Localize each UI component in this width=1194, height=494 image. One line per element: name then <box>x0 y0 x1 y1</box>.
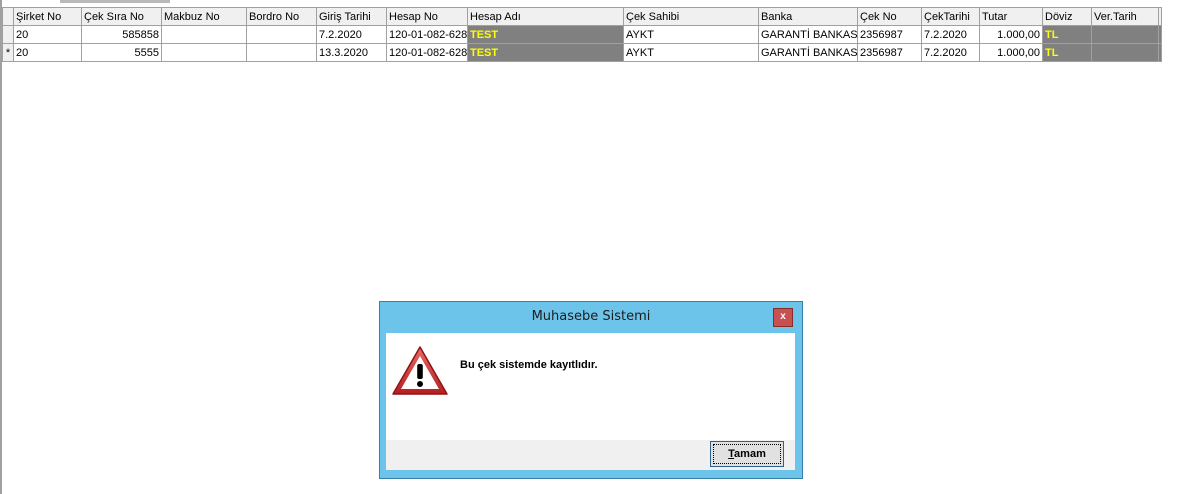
cell-cek-sahibi[interactable]: AYKT <box>623 43 759 62</box>
col-header-cek-sira-no[interactable]: Çek Sıra No <box>81 7 162 26</box>
left-border <box>0 0 2 494</box>
dialog-message: Bu çek sistemde kayıtlıdır. <box>460 359 598 371</box>
cell-doviz[interactable]: TL <box>1042 43 1092 62</box>
col-header-hesap-no[interactable]: Hesap No <box>386 7 468 26</box>
cell-cek-sira-no[interactable]: 585858 <box>81 25 162 44</box>
close-button[interactable]: x <box>773 308 793 327</box>
table-row[interactable]: * 20 5555 13.3.2020 120-01-082-628 TEST … <box>2 43 1162 62</box>
cell-cek-no[interactable]: 2356987 <box>857 25 922 44</box>
cell-giris-tarihi[interactable]: 7.2.2020 <box>316 25 387 44</box>
cell-hesap-adi[interactable]: TEST <box>467 25 624 44</box>
cell-ver-tarih[interactable] <box>1091 43 1159 62</box>
col-header-banka[interactable]: Banka <box>758 7 858 26</box>
col-header-hesap-adi[interactable]: Hesap Adı <box>467 7 624 26</box>
cell-v[interactable] <box>1158 43 1162 62</box>
row-selector-header[interactable] <box>2 7 14 26</box>
cell-giris-tarihi[interactable]: 13.3.2020 <box>316 43 387 62</box>
cell-tutar[interactable]: 1.000,00 <box>979 25 1043 44</box>
col-header-doviz[interactable]: Döviz <box>1042 7 1092 26</box>
cell-makbuz-no[interactable] <box>161 43 247 62</box>
col-header-sirket-no[interactable]: Şirket No <box>13 7 82 26</box>
cell-banka[interactable]: GARANTİ BANKAS <box>758 25 858 44</box>
cell-doviz[interactable]: TL <box>1042 25 1092 44</box>
message-dialog: Muhasebe Sistemi x Bu çek sistemde kayıt… <box>379 301 803 479</box>
col-header-cek-sahibi[interactable]: Çek Sahibi <box>623 7 759 26</box>
col-header-v[interactable]: V <box>1158 7 1162 26</box>
table-row[interactable]: 20 585858 7.2.2020 120-01-082-628 TEST A… <box>2 25 1162 44</box>
cek-grid[interactable]: Şirket No Çek Sıra No Makbuz No Bordro N… <box>2 7 1162 62</box>
col-header-ver-tarih[interactable]: Ver.Tarih <box>1091 7 1159 26</box>
cell-hesap-no[interactable]: 120-01-082-628 <box>386 25 468 44</box>
cell-bordro-no[interactable] <box>246 43 317 62</box>
col-header-cek-no[interactable]: Çek No <box>857 7 922 26</box>
cell-cek-sahibi[interactable]: AYKT <box>623 25 759 44</box>
cell-sirket-no[interactable]: 20 <box>13 25 82 44</box>
cell-hesap-no[interactable]: 120-01-082-628 <box>386 43 468 62</box>
warning-icon <box>392 346 448 395</box>
top-tab-strip <box>60 0 170 3</box>
cell-banka[interactable]: GARANTİ BANKAS <box>758 43 858 62</box>
cell-cek-sira-no[interactable]: 5555 <box>81 43 162 62</box>
dialog-body: Bu çek sistemde kayıtlıdır. <box>386 333 795 440</box>
cell-hesap-adi[interactable]: TEST <box>467 43 624 62</box>
ok-button[interactable]: Tamam <box>710 441 784 467</box>
col-header-tutar[interactable]: Tutar <box>979 7 1043 26</box>
cell-ver-tarih[interactable] <box>1091 25 1159 44</box>
ok-label: amam <box>734 448 766 460</box>
cell-cek-no[interactable]: 2356987 <box>857 43 922 62</box>
cell-sirket-no[interactable]: 20 <box>13 43 82 62</box>
cell-bordro-no[interactable] <box>246 25 317 44</box>
row-selector[interactable]: * <box>2 43 14 62</box>
header-row: Şirket No Çek Sıra No Makbuz No Bordro N… <box>2 7 1162 26</box>
cell-v[interactable] <box>1158 25 1162 44</box>
dialog-title: Muhasebe Sistemi <box>531 309 651 324</box>
col-header-bordro-no[interactable]: Bordro No <box>246 7 317 26</box>
cell-cek-tarihi[interactable]: 7.2.2020 <box>921 43 980 62</box>
col-header-cek-tarihi[interactable]: ÇekTarihi <box>921 7 980 26</box>
row-selector[interactable] <box>2 25 14 44</box>
col-header-giris-tarihi[interactable]: Giriş Tarihi <box>316 7 387 26</box>
cell-cek-tarihi[interactable]: 7.2.2020 <box>921 25 980 44</box>
cell-tutar[interactable]: 1.000,00 <box>979 43 1043 62</box>
col-header-makbuz-no[interactable]: Makbuz No <box>161 7 247 26</box>
cell-makbuz-no[interactable] <box>161 25 247 44</box>
